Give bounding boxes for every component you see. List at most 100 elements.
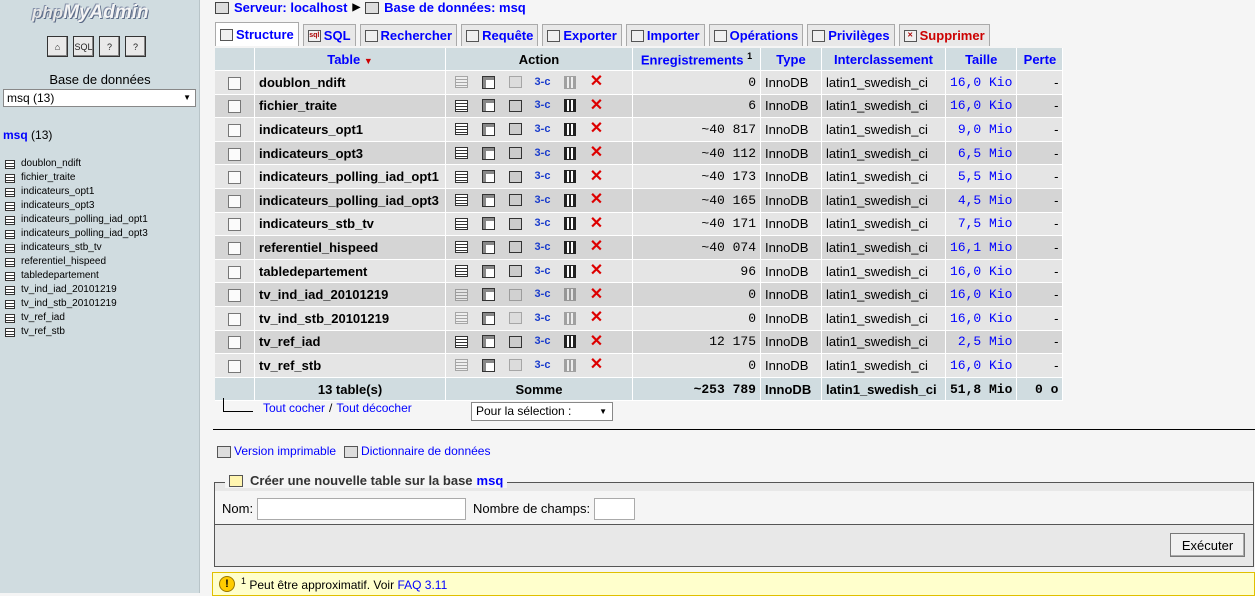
nav-table-item[interactable]: tv_ref_stb xyxy=(5,325,148,339)
table-row[interactable]: tv_ref_stb 3-c ✕ 0 InnoDB latin1_swedish… xyxy=(215,354,1064,378)
structure-icon[interactable] xyxy=(480,311,497,326)
nav-table-item[interactable]: indicateurs_opt3 xyxy=(5,199,148,213)
browse-icon[interactable] xyxy=(453,287,470,302)
structure-icon[interactable] xyxy=(480,75,497,90)
table-name[interactable]: fichier_traite xyxy=(255,94,446,119)
browse-table-icon[interactable] xyxy=(5,285,15,295)
sort-desc-icon[interactable]: ▼ xyxy=(364,56,373,66)
nav-table-item[interactable]: tabledepartement xyxy=(5,269,148,283)
row-checkbox[interactable] xyxy=(228,359,241,373)
search-icon[interactable] xyxy=(507,75,524,90)
nav-table-item[interactable]: tv_ref_iad xyxy=(5,311,148,325)
drop-icon[interactable]: ✕ xyxy=(588,239,605,255)
table-name[interactable]: tv_ind_iad_20101219 xyxy=(255,283,446,307)
structure-icon[interactable] xyxy=(480,264,497,279)
row-size[interactable]: 5,5 Mio xyxy=(946,165,1018,189)
empty-icon[interactable] xyxy=(561,169,578,184)
empty-icon[interactable] xyxy=(561,75,578,90)
nav-table-item[interactable]: referentiel_hispeed xyxy=(5,255,148,269)
row-size[interactable]: 16,0 Kio xyxy=(946,354,1018,378)
row-size[interactable]: 6,5 Mio xyxy=(946,141,1018,166)
uncheck-all-link[interactable]: Tout décocher xyxy=(336,401,411,415)
browse-icon[interactable] xyxy=(453,334,470,349)
drop-icon[interactable]: ✕ xyxy=(588,97,605,113)
nav-table-item[interactable]: doublon_ndift xyxy=(5,157,148,171)
table-row[interactable]: doublon_ndift 3-c ✕ 0 InnoDB latin1_swed… xyxy=(215,71,1064,95)
nav-table-item[interactable]: fichier_traite xyxy=(5,171,148,185)
query-window-icon[interactable]: ? xyxy=(99,36,120,57)
data-dictionary-link[interactable]: Dictionnaire de données xyxy=(361,444,490,458)
tab-structure[interactable]: Structure xyxy=(215,22,299,46)
row-size[interactable]: 2,5 Mio xyxy=(946,330,1018,355)
empty-icon[interactable] xyxy=(561,98,578,113)
insert-icon[interactable]: 3-c xyxy=(534,193,551,208)
table-name[interactable]: tabledepartement xyxy=(255,259,446,284)
insert-icon[interactable]: 3-c xyxy=(534,287,551,302)
table-name[interactable]: tv_ref_stb xyxy=(255,354,446,378)
search-icon[interactable] xyxy=(507,334,524,349)
table-name[interactable]: indicateurs_opt1 xyxy=(255,118,446,142)
dictionary-icon[interactable] xyxy=(344,445,359,458)
empty-icon[interactable] xyxy=(561,240,578,255)
column-header-type[interactable]: Type xyxy=(761,48,822,71)
browse-table-icon[interactable] xyxy=(5,299,15,309)
tab-import[interactable]: Importer xyxy=(625,24,705,46)
browse-icon[interactable] xyxy=(453,146,470,161)
drop-icon[interactable]: ✕ xyxy=(588,74,605,90)
nav-table-item[interactable]: indicateurs_polling_iad_opt1 xyxy=(5,213,148,227)
breadcrumb-server[interactable]: Serveur: localhost xyxy=(234,0,347,15)
browse-table-icon[interactable] xyxy=(5,313,15,323)
database-select[interactable]: msq (13) ▼ xyxy=(3,89,196,107)
table-row[interactable]: fichier_traite 3-c ✕ 6 InnoDB latin1_swe… xyxy=(215,94,1064,119)
execute-button[interactable]: Exécuter xyxy=(1170,533,1245,557)
column-header-overhead[interactable]: Perte xyxy=(1017,48,1064,71)
drop-icon[interactable]: ✕ xyxy=(588,286,605,302)
browse-table-icon[interactable] xyxy=(5,327,15,337)
table-row[interactable]: indicateurs_stb_tv 3-c ✕ ~40 171 InnoDB … xyxy=(215,212,1064,237)
table-row[interactable]: tv_ref_iad 3-c ✕ 12 175 InnoDB latin1_sw… xyxy=(215,330,1064,355)
current-database-link[interactable]: msq xyxy=(3,128,28,142)
structure-icon[interactable] xyxy=(480,216,497,231)
row-size[interactable]: 16,0 Kio xyxy=(946,71,1018,95)
documentation-icon[interactable]: ? xyxy=(125,36,146,57)
browse-table-icon[interactable] xyxy=(5,271,15,281)
structure-icon[interactable] xyxy=(480,122,497,137)
table-row[interactable]: indicateurs_opt1 3-c ✕ ~40 817 InnoDB la… xyxy=(215,118,1064,142)
insert-icon[interactable]: 3-c xyxy=(534,358,551,373)
search-icon[interactable] xyxy=(507,98,524,113)
nav-table-item[interactable]: indicateurs_opt1 xyxy=(5,185,148,199)
table-row[interactable]: tv_ind_iad_20101219 3-c ✕ 0 InnoDB latin… xyxy=(215,283,1064,307)
empty-icon[interactable] xyxy=(561,146,578,161)
row-checkbox[interactable] xyxy=(228,241,241,255)
tab-drop[interactable]: ✕ Supprimer xyxy=(898,24,990,46)
insert-icon[interactable]: 3-c xyxy=(534,75,551,90)
nav-table-item[interactable]: tv_ind_stb_20101219 xyxy=(5,297,148,311)
browse-icon[interactable] xyxy=(453,240,470,255)
row-checkbox[interactable] xyxy=(228,76,241,90)
browse-icon[interactable] xyxy=(453,169,470,184)
row-checkbox[interactable] xyxy=(228,289,241,303)
row-checkbox[interactable] xyxy=(228,124,241,138)
drop-icon[interactable]: ✕ xyxy=(588,357,605,373)
table-row[interactable]: tv_ind_stb_20101219 3-c ✕ 0 InnoDB latin… xyxy=(215,306,1064,331)
table-name[interactable]: indicateurs_polling_iad_opt1 xyxy=(255,165,446,189)
tab-privileges[interactable]: Privilèges xyxy=(807,24,895,46)
structure-icon[interactable] xyxy=(480,287,497,302)
nav-table-item[interactable]: indicateurs_polling_iad_opt3 xyxy=(5,227,148,241)
structure-icon[interactable] xyxy=(480,240,497,255)
empty-icon[interactable] xyxy=(561,311,578,326)
insert-icon[interactable]: 3-c xyxy=(534,122,551,137)
structure-icon[interactable] xyxy=(480,146,497,161)
table-name[interactable]: tv_ref_iad xyxy=(255,330,446,355)
search-icon[interactable] xyxy=(507,169,524,184)
nav-table-item[interactable]: indicateurs_stb_tv xyxy=(5,241,148,255)
browse-icon[interactable] xyxy=(453,122,470,137)
table-row[interactable]: indicateurs_polling_iad_opt1 3-c ✕ ~40 1… xyxy=(215,165,1064,189)
table-name[interactable]: doublon_ndift xyxy=(255,71,446,95)
row-size[interactable]: 16,0 Kio xyxy=(946,306,1018,331)
column-header-size[interactable]: Taille xyxy=(946,48,1018,71)
table-name[interactable]: indicateurs_stb_tv xyxy=(255,212,446,237)
tab-query[interactable]: Requête xyxy=(461,24,539,46)
search-icon[interactable] xyxy=(507,264,524,279)
empty-icon[interactable] xyxy=(561,358,578,373)
